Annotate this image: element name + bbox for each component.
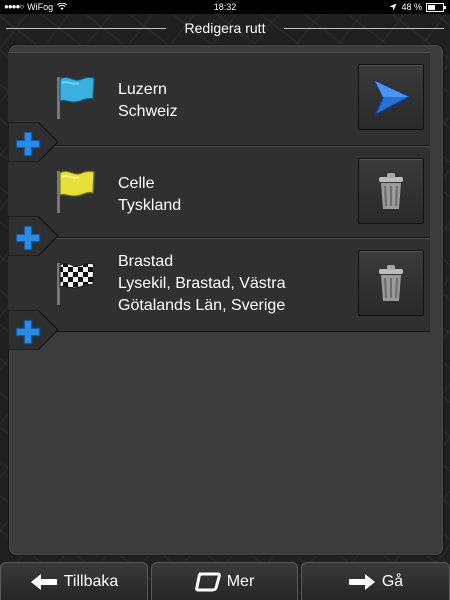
page-title: Redigera rutt [184, 20, 266, 36]
waypoint-name: Celle [118, 175, 155, 192]
insert-waypoint-button[interactable] [8, 310, 60, 350]
clock: 18:32 [213, 2, 237, 12]
waypoint-text: Brastad Lysekil, Brastad, Västra Götalan… [118, 251, 285, 317]
waypoint-row-via[interactable]: Celle Tyskland [8, 146, 430, 238]
blue-flag-icon [57, 76, 95, 119]
location-arrow-icon [389, 3, 397, 11]
waypoint-name: Brastad [118, 253, 174, 270]
plus-icon [8, 122, 59, 162]
more-icon [194, 572, 221, 591]
waypoint-detail: Götalands Län, Sverige [118, 297, 286, 314]
delete-button[interactable] [358, 158, 424, 224]
navigate-button[interactable] [358, 64, 424, 130]
navigate-arrow-icon [373, 79, 411, 117]
more-label: Mer [226, 572, 255, 590]
battery-icon [426, 2, 446, 12]
header: Redigera rutt [0, 16, 450, 42]
go-button[interactable]: Gå [301, 562, 450, 600]
arrow-left-icon [30, 573, 57, 590]
waypoint-name: Luzern [118, 81, 167, 98]
waypoint-detail: Lysekil, Brastad, Västra [118, 275, 286, 292]
waypoint-row-destination[interactable]: Brastad Lysekil, Brastad, Västra Götalan… [8, 238, 430, 332]
waypoint-text: Celle Tyskland [118, 173, 181, 217]
insert-waypoint-button[interactable] [8, 122, 60, 162]
status-bar: ●●●●○ WiFog 18:32 48 % [0, 0, 450, 14]
yellow-flag-icon [57, 170, 95, 213]
more-button[interactable]: Mer [151, 562, 298, 600]
delete-button[interactable] [358, 250, 424, 316]
plus-icon [8, 310, 59, 350]
waypoint-row-start[interactable]: Luzern Schweiz [8, 52, 430, 146]
trash-can-icon [379, 265, 403, 301]
bottom-bar: Tillbaka Mer Gå [0, 562, 450, 600]
trash-can-icon [379, 173, 403, 209]
insert-waypoint-button[interactable] [8, 216, 60, 256]
go-label: Gå [381, 572, 404, 590]
waypoint-detail: Schweiz [118, 103, 178, 120]
checkered-flag-icon [57, 262, 95, 305]
waypoint-detail: Tyskland [118, 197, 182, 214]
arrow-right-icon [348, 573, 375, 590]
back-label: Tillbaka [63, 572, 119, 590]
waypoint-text: Luzern Schweiz [118, 79, 178, 123]
battery-percent: 48 % [401, 2, 422, 12]
back-button[interactable]: Tillbaka [0, 562, 148, 600]
plus-icon [8, 216, 59, 256]
